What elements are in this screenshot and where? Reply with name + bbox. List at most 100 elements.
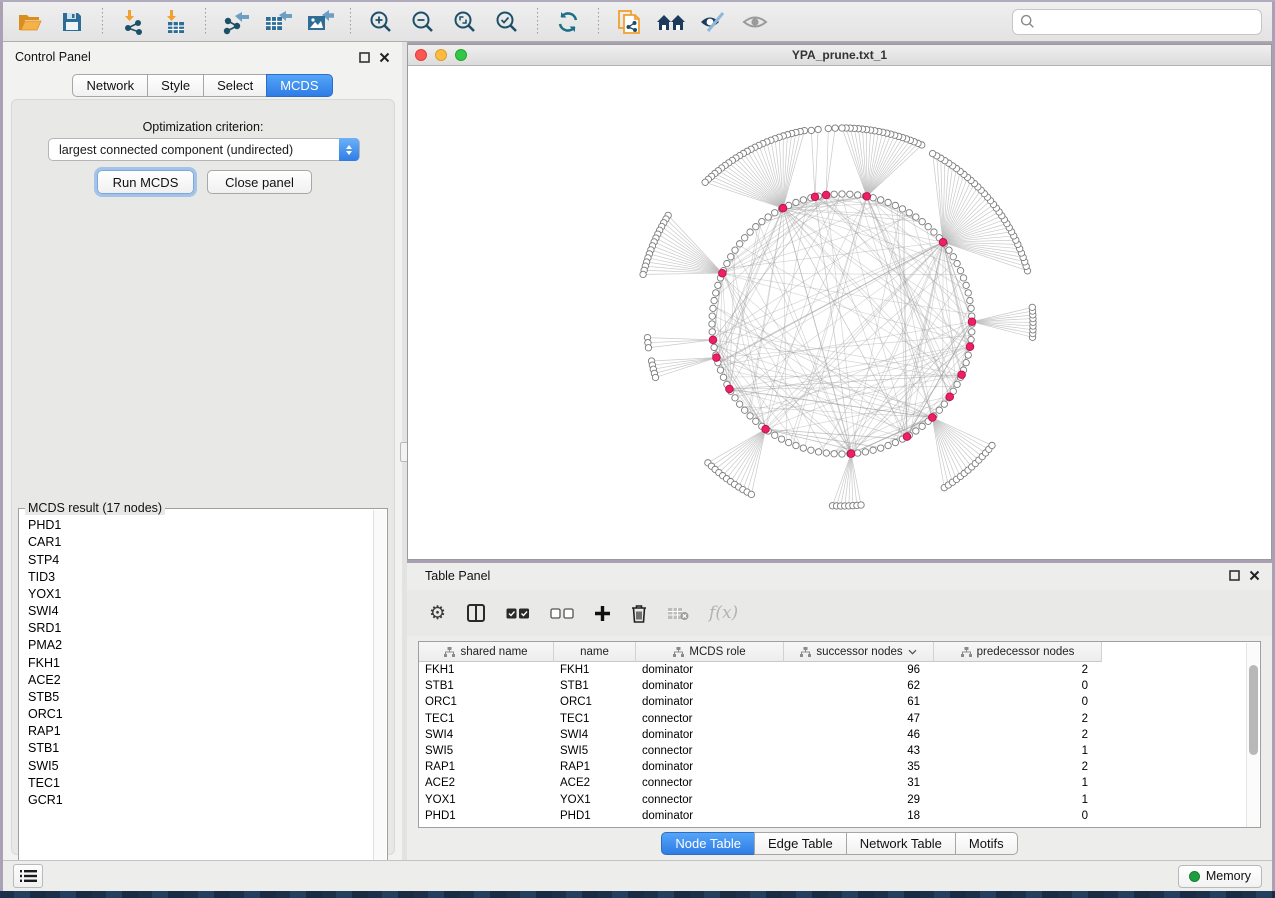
graph-node[interactable] — [963, 359, 969, 365]
table-cell[interactable]: TEC1 — [554, 711, 636, 727]
graph-node[interactable] — [950, 254, 956, 260]
table-cell[interactable]: 1 — [934, 792, 1102, 808]
select-all-checkboxes-icon[interactable] — [506, 607, 530, 620]
graph-node[interactable] — [913, 214, 919, 220]
result-list-item[interactable]: PMA2 — [20, 637, 372, 654]
graph-node[interactable] — [960, 275, 966, 281]
table-cell[interactable]: 96 — [784, 662, 934, 678]
graph-node[interactable] — [717, 367, 723, 373]
graph-node[interactable] — [965, 290, 971, 296]
zoom-fit-icon[interactable] — [448, 6, 482, 38]
graph-node[interactable] — [732, 395, 738, 401]
table-cell[interactable]: dominator — [636, 759, 784, 775]
result-list-item[interactable]: CAR1 — [20, 534, 372, 551]
refresh-view-icon[interactable] — [551, 6, 585, 38]
table-cell[interactable]: 0 — [934, 694, 1102, 710]
result-list-item[interactable]: GCR1 — [20, 792, 372, 809]
graph-node[interactable] — [931, 229, 937, 235]
table-cell[interactable]: dominator — [636, 727, 784, 743]
table-cell[interactable]: PHD1 — [554, 808, 636, 824]
export-image-icon[interactable] — [303, 6, 337, 38]
column-header-predecessor-nodes[interactable]: predecessor nodes — [934, 642, 1102, 662]
result-list-item[interactable]: TID3 — [20, 569, 372, 586]
graph-node[interactable] — [772, 432, 778, 438]
result-list-item[interactable]: SWI4 — [20, 603, 372, 620]
mcds-hub-node[interactable] — [847, 450, 855, 458]
table-row[interactable]: RAP1RAP1dominator352 — [419, 759, 1102, 775]
table-cell[interactable]: 62 — [784, 678, 934, 694]
graph-node[interactable] — [778, 436, 784, 442]
table-cell[interactable]: 31 — [784, 775, 934, 791]
table-row[interactable]: ACE2ACE2connector311 — [419, 775, 1102, 791]
table-cell[interactable]: dominator — [636, 662, 784, 678]
table-cell[interactable]: ORC1 — [419, 694, 554, 710]
mcds-hub-node[interactable] — [968, 318, 976, 326]
graph-node[interactable] — [736, 241, 742, 247]
table-row[interactable]: STB1STB1dominator620 — [419, 678, 1102, 694]
graph-node[interactable] — [892, 439, 898, 445]
table-row[interactable]: PHD1PHD1dominator180 — [419, 808, 1102, 824]
graph-node[interactable] — [899, 206, 905, 212]
delete-table-icon[interactable] — [667, 606, 689, 621]
mcds-hub-node[interactable] — [709, 336, 717, 344]
graph-node[interactable] — [709, 321, 715, 327]
graph-node[interactable] — [892, 202, 898, 208]
result-list-item[interactable]: ORC1 — [20, 706, 372, 723]
mcds-hub-node[interactable] — [903, 433, 911, 441]
result-list-item[interactable]: PHD1 — [20, 517, 372, 534]
criterion-dropdown[interactable]: largest connected component (undirected) — [48, 138, 360, 161]
show-columns-icon[interactable] — [466, 603, 486, 623]
mcds-hub-node[interactable] — [822, 191, 830, 199]
graph-node[interactable] — [710, 305, 716, 311]
graph-node[interactable] — [862, 449, 868, 455]
graph-node[interactable] — [785, 439, 791, 445]
table-cell[interactable]: connector — [636, 711, 784, 727]
graph-node[interactable] — [747, 229, 753, 235]
close-panel-icon[interactable] — [1249, 570, 1260, 581]
graph-node[interactable] — [808, 447, 814, 453]
open-file-icon[interactable] — [13, 6, 47, 38]
graph-node[interactable] — [711, 344, 717, 350]
table-cell[interactable]: 1 — [934, 743, 1102, 759]
table-cell[interactable]: FKH1 — [554, 662, 636, 678]
table-cell[interactable]: STB1 — [554, 678, 636, 694]
graph-node[interactable] — [748, 491, 754, 497]
graph-node[interactable] — [885, 199, 891, 205]
graph-node[interactable] — [808, 127, 814, 133]
table-cell[interactable]: 29 — [784, 792, 934, 808]
save-session-icon[interactable] — [55, 6, 89, 38]
table-cell[interactable]: RAP1 — [554, 759, 636, 775]
graph-node[interactable] — [645, 345, 651, 351]
table-cell[interactable]: connector — [636, 775, 784, 791]
graph-node[interactable] — [885, 442, 891, 448]
float-panel-icon[interactable] — [359, 52, 370, 63]
graph-node[interactable] — [831, 191, 837, 197]
search-field[interactable] — [1012, 9, 1262, 35]
graph-node[interactable] — [759, 218, 765, 224]
table-cell[interactable]: RAP1 — [419, 759, 554, 775]
mcds-hub-node[interactable] — [958, 371, 966, 379]
graph-node[interactable] — [702, 179, 708, 185]
hide-selected-icon[interactable] — [696, 6, 730, 38]
delete-column-icon[interactable] — [631, 604, 647, 623]
column-header-successor-nodes[interactable]: successor nodes — [784, 642, 934, 662]
float-panel-icon[interactable] — [1229, 570, 1240, 581]
graph-node[interactable] — [800, 445, 806, 451]
table-cell[interactable]: 2 — [934, 727, 1102, 743]
graph-node[interactable] — [963, 282, 969, 288]
tab-style[interactable]: Style — [147, 74, 204, 97]
mcds-hub-node[interactable] — [713, 354, 721, 362]
search-input[interactable] — [1040, 15, 1254, 29]
graph-node[interactable] — [825, 125, 831, 131]
graph-node[interactable] — [724, 260, 730, 266]
table-row[interactable]: SWI4SWI4dominator462 — [419, 727, 1102, 743]
graph-node[interactable] — [906, 210, 912, 216]
result-list-item[interactable]: SRD1 — [20, 620, 372, 637]
mcds-hub-node[interactable] — [811, 193, 819, 201]
graph-node[interactable] — [815, 126, 821, 132]
graph-node[interactable] — [832, 125, 838, 131]
graph-node[interactable] — [753, 418, 759, 424]
graph-node[interactable] — [967, 297, 973, 303]
show-panels-button[interactable] — [13, 864, 43, 888]
graph-node[interactable] — [847, 191, 853, 197]
